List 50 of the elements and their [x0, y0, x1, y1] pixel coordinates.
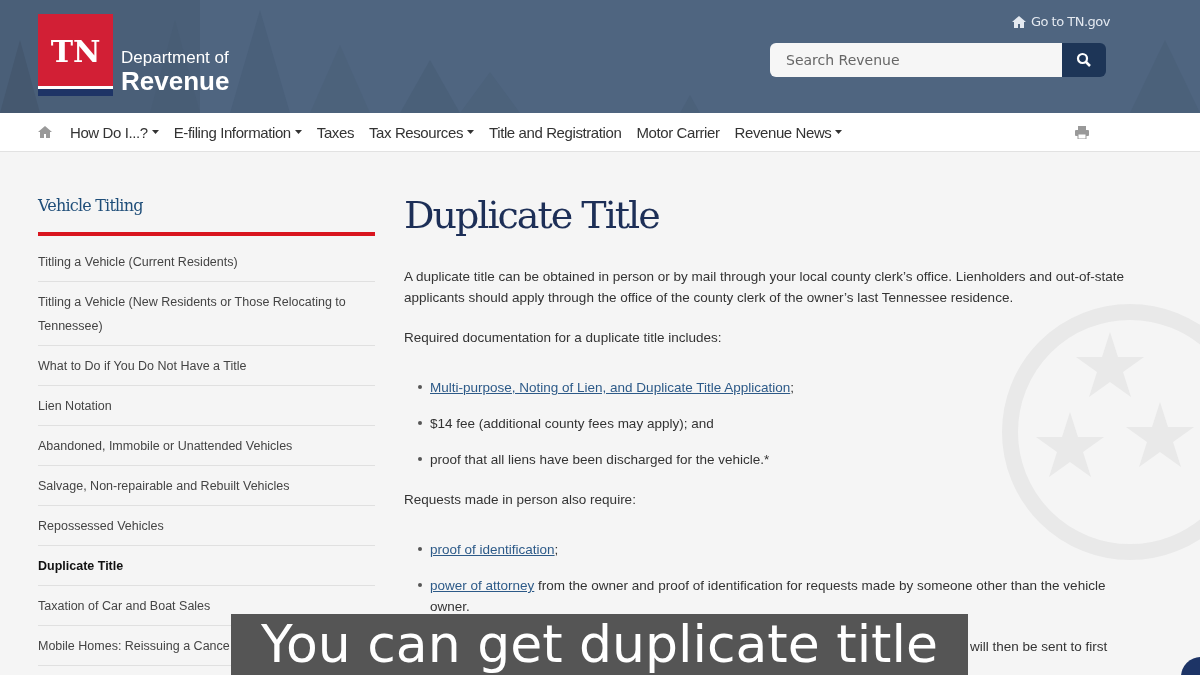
nav-item[interactable]: Tax Resources: [369, 123, 474, 141]
list-item: $14 fee (additional county fees may apply); and: [430, 415, 714, 433]
search-button[interactable]: [1062, 43, 1106, 77]
caret-icon: [151, 130, 159, 134]
list-item: proof that all liens have been discharged for the vehicle.*: [430, 451, 770, 469]
sidebar-item[interactable]: Duplicate Title: [38, 554, 124, 578]
document-link[interactable]: power of attorney: [430, 578, 535, 593]
sidebar-item[interactable]: Titling a Vehicle (Current Residents): [38, 250, 238, 274]
document-link[interactable]: proof of identification: [430, 542, 555, 557]
search-field[interactable]: Search Revenue: [770, 43, 1062, 77]
nav-item[interactable]: Revenue News: [734, 123, 843, 141]
nav-item[interactable]: E-filing Information: [173, 123, 302, 141]
print-icon[interactable]: [1075, 125, 1089, 139]
paragraph: Requests made in person also require:: [404, 491, 637, 509]
sidebar-item[interactable]: Lien Notation: [38, 394, 112, 418]
bullet-icon: [418, 421, 422, 425]
sidebar-item[interactable]: Mobile Homes: Reissuing a Cance: [38, 634, 230, 658]
page-title: Duplicate Title: [404, 192, 659, 239]
list-item: proof of identification;: [430, 541, 559, 559]
nav-item[interactable]: How Do I...?: [70, 123, 159, 141]
paragraph: Required documentation for a duplicate title includes:: [404, 329, 723, 347]
list-item: power of attorney from the owner and proof of identification for requests made by someone other than the vehicle owner.: [430, 577, 1107, 616]
nav-item[interactable]: Title and Registration: [489, 123, 622, 141]
nav-item[interactable]: Motor Carrier: [636, 123, 720, 141]
bullet-icon: [418, 547, 422, 551]
sidebar-item[interactable]: Salvage, Non-repairable and Rebuilt Vehicles: [38, 474, 290, 498]
sidebar-title: Vehicle Titling: [38, 196, 375, 236]
logo-subtitle: Department of: [121, 48, 230, 68]
home-icon[interactable]: [38, 126, 52, 138]
sidebar-item[interactable]: Titling a Vehicle (New Residents or Those Relocating to Tennessee): [38, 290, 375, 338]
bullet-icon: [418, 385, 422, 389]
logo-title: Revenue: [121, 68, 230, 94]
video-caption: You can get duplicate title: [231, 614, 968, 675]
tn-gov-link[interactable]: Go to TN.gov: [1011, 14, 1110, 29]
logo-mark[interactable]: TN: [38, 14, 113, 96]
caret-icon: [467, 130, 474, 134]
list-item: Multi-purpose, Noting of Lien, and Duplicate Title Application;: [430, 379, 794, 397]
caret-icon: [294, 130, 302, 134]
caret-icon: [835, 130, 843, 134]
paragraph: A duplicate title can be obtained in person or by mail through your local county clerk’s office. Lienholders and out-of-state applicants should apply through the office of the county clerk of the owner’s last Tennessee residence.: [404, 268, 1125, 307]
sidebar-item[interactable]: What to Do if You Do Not Have a Title: [38, 354, 247, 378]
paragraph: will then be sent to first: [970, 638, 1109, 656]
sidebar-item[interactable]: Taxation of Car and Boat Sales: [38, 594, 211, 618]
bullet-icon: [418, 583, 422, 587]
home-icon: [1011, 15, 1026, 28]
sidebar-item[interactable]: Abandoned, Immobile or Unattended Vehicles: [38, 434, 293, 458]
bullet-icon: [418, 457, 422, 461]
sidebar-item[interactable]: Repossessed Vehicles: [38, 514, 164, 538]
search-icon: [1076, 52, 1092, 68]
nav-item[interactable]: Taxes: [316, 123, 354, 141]
